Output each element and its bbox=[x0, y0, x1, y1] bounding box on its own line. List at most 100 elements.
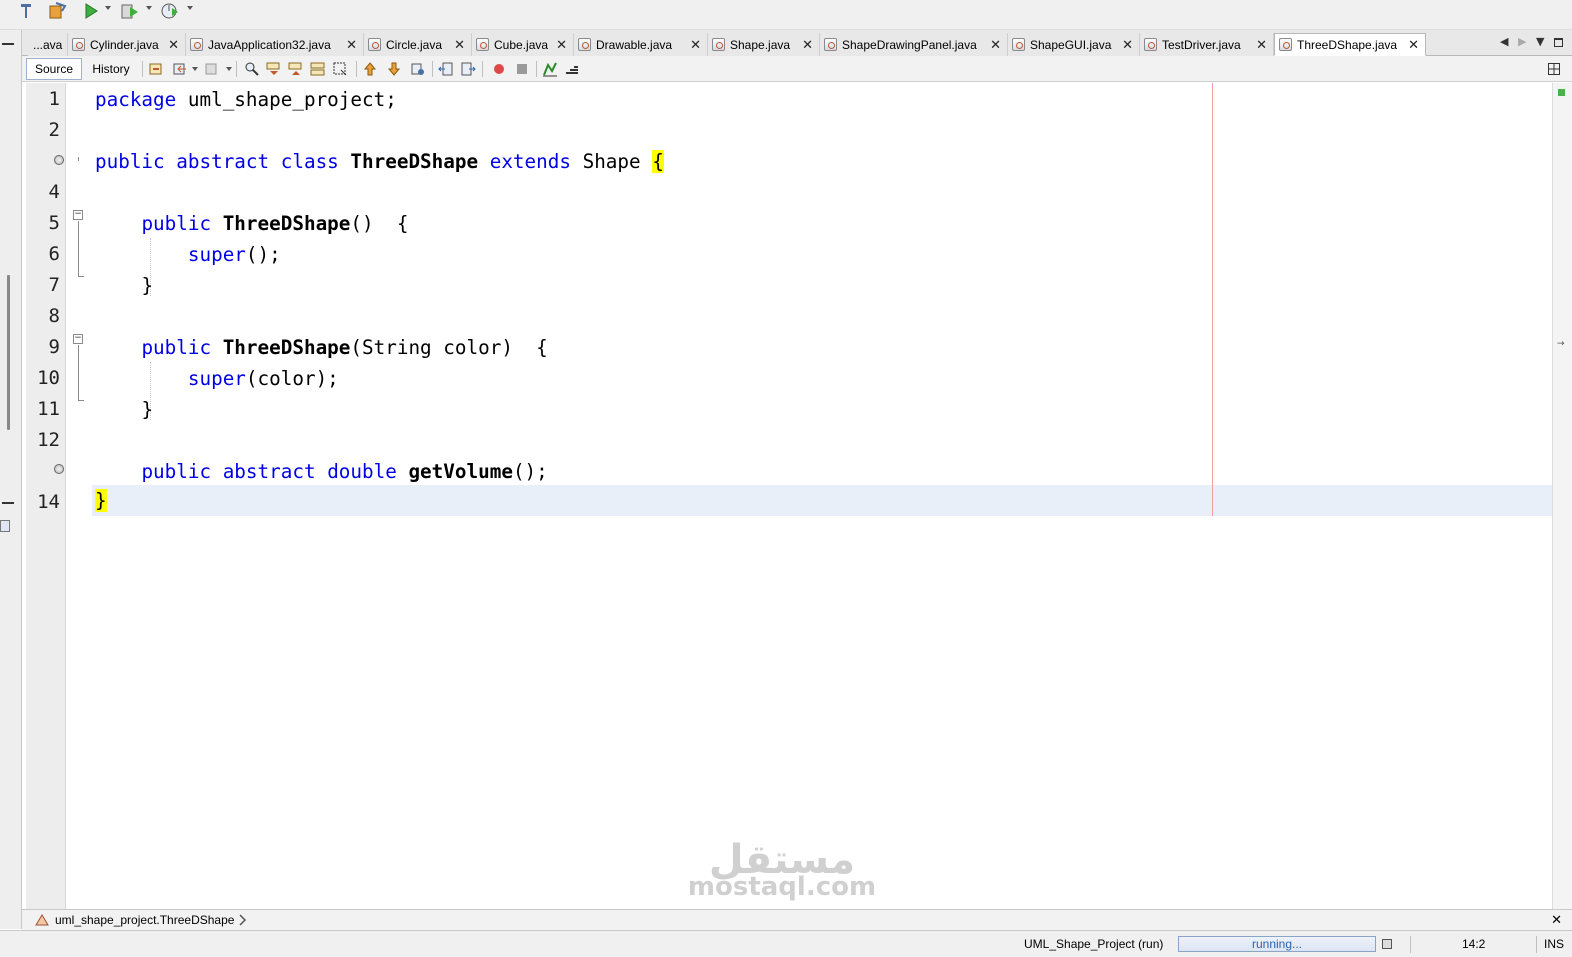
profile-icon[interactable] bbox=[158, 0, 182, 22]
navigator-icon[interactable] bbox=[0, 520, 10, 532]
profile-dropdown-icon[interactable] bbox=[187, 6, 193, 10]
code-line: super(); bbox=[187, 243, 281, 266]
close-icon[interactable]: ✕ bbox=[682, 37, 701, 53]
code-line: public abstract class ThreeDShape extend… bbox=[95, 150, 664, 173]
tab-drawable[interactable]: Drawable.java ✕ bbox=[574, 33, 708, 56]
cancel-process-icon[interactable] bbox=[1382, 939, 1392, 949]
code-editor[interactable]: package uml_shape_project; public abstra… bbox=[92, 83, 1552, 909]
split-editor-icon[interactable] bbox=[1548, 63, 1560, 75]
toggle-bookmark-icon[interactable] bbox=[410, 61, 426, 77]
matching-brace: } bbox=[95, 489, 107, 512]
tab-shapegui[interactable]: ShapeGUI.java ✕ bbox=[1008, 33, 1140, 56]
override-annotation-icon[interactable] bbox=[54, 464, 64, 474]
tab-javaapplication32[interactable]: JavaApplication32.java ✕ bbox=[186, 33, 364, 56]
scroll-right-icon[interactable]: ▶ bbox=[1518, 35, 1526, 48]
breadcrumb: uml_shape_project.ThreeDShape ✕ bbox=[22, 909, 1572, 930]
minimize-icon[interactable] bbox=[2, 502, 14, 504]
code-line: package uml_shape_project; bbox=[95, 88, 397, 111]
fold-collapse-icon[interactable]: − bbox=[73, 334, 83, 344]
debug-icon[interactable] bbox=[118, 0, 142, 22]
debug-dropdown-icon[interactable] bbox=[146, 6, 152, 10]
comment-icon[interactable] bbox=[542, 61, 558, 77]
java-file-icon bbox=[1144, 38, 1157, 51]
close-icon[interactable]: ✕ bbox=[160, 37, 179, 53]
java-file-icon bbox=[1279, 38, 1292, 51]
run-icon[interactable] bbox=[80, 0, 102, 22]
build-icon[interactable] bbox=[46, 0, 70, 22]
tab-threedshape[interactable]: ThreeDShape.java ✕ bbox=[1274, 33, 1426, 56]
tab-label: ShapeDrawingPanel.java bbox=[842, 37, 977, 52]
clean-build-icon[interactable] bbox=[16, 0, 38, 22]
side-scroll-handle[interactable] bbox=[7, 275, 10, 430]
close-icon[interactable]: ✕ bbox=[982, 37, 1001, 53]
implements-annotation-icon[interactable] bbox=[54, 155, 64, 165]
tab-shape[interactable]: Shape.java ✕ bbox=[708, 33, 820, 56]
editor-tab-bar: ...ava Cylinder.java ✕ JavaApplication32… bbox=[22, 30, 1572, 56]
line-number: 7 bbox=[48, 274, 60, 296]
forward-icon[interactable] bbox=[204, 61, 220, 77]
history-button[interactable]: History bbox=[84, 58, 138, 80]
line-number: 10 bbox=[37, 367, 60, 389]
fold-collapse-icon[interactable]: − bbox=[73, 210, 83, 220]
find-next-icon[interactable] bbox=[288, 61, 304, 77]
find-icon[interactable] bbox=[244, 61, 260, 77]
close-icon[interactable]: ✕ bbox=[446, 37, 465, 53]
back-icon[interactable] bbox=[172, 61, 188, 77]
minimize-icon[interactable] bbox=[2, 43, 14, 45]
back-dropdown-icon[interactable] bbox=[192, 67, 198, 71]
close-icon[interactable]: ✕ bbox=[1400, 37, 1419, 53]
chevron-right-icon[interactable] bbox=[238, 913, 248, 927]
line-number: 6 bbox=[48, 243, 60, 265]
close-icon[interactable]: ✕ bbox=[1248, 37, 1267, 53]
last-edit-icon[interactable] bbox=[148, 61, 164, 77]
line-number: 8 bbox=[48, 305, 60, 327]
tab-label: ...ava bbox=[33, 37, 63, 52]
start-macro-recording-icon[interactable] bbox=[491, 61, 507, 77]
next-bookmark-icon[interactable] bbox=[386, 61, 402, 77]
tab-label: Shape.java bbox=[730, 37, 791, 52]
code-line: } bbox=[141, 274, 154, 297]
scroll-left-icon[interactable]: ◀ bbox=[1500, 35, 1508, 48]
forward-dropdown-icon[interactable] bbox=[226, 67, 232, 71]
tab-truncated[interactable]: ...ava bbox=[28, 33, 68, 56]
line-number-gutter: 1 2 4 5 6 7 8 9 10 11 12 14 bbox=[26, 83, 66, 909]
java-file-icon bbox=[190, 38, 203, 51]
source-button[interactable]: Source bbox=[26, 58, 82, 80]
uncomment-icon[interactable] bbox=[564, 61, 580, 77]
tab-circle[interactable]: Circle.java ✕ bbox=[364, 33, 472, 56]
line-number: 5 bbox=[48, 212, 60, 234]
maximize-window-icon[interactable] bbox=[1554, 38, 1563, 47]
tab-cylinder[interactable]: Cylinder.java ✕ bbox=[68, 33, 186, 56]
shift-left-icon[interactable] bbox=[438, 61, 454, 77]
watermark: مستقل mostaql.com bbox=[682, 838, 882, 900]
editor-toolbar: Source History bbox=[22, 56, 1572, 82]
tab-label: Drawable.java bbox=[596, 37, 673, 52]
tab-testdriver[interactable]: TestDriver.java ✕ bbox=[1140, 33, 1274, 56]
main-toolbar bbox=[0, 0, 1572, 30]
left-side-strip bbox=[0, 30, 22, 929]
tab-cube[interactable]: Cube.java ✕ bbox=[472, 33, 574, 56]
stop-macro-recording-icon[interactable] bbox=[514, 61, 530, 77]
progress-bar[interactable]: running... bbox=[1178, 936, 1376, 952]
close-icon[interactable]: ✕ bbox=[338, 37, 357, 53]
previous-bookmark-icon[interactable] bbox=[362, 61, 378, 77]
close-icon[interactable]: ✕ bbox=[1114, 37, 1133, 53]
toggle-highlight-icon[interactable] bbox=[332, 61, 348, 77]
tab-shapedrawingpanel[interactable]: ShapeDrawingPanel.java ✕ bbox=[820, 33, 1008, 56]
find-previous-icon[interactable] bbox=[266, 61, 282, 77]
java-file-icon bbox=[1012, 38, 1025, 51]
shift-right-icon[interactable] bbox=[460, 61, 476, 77]
insert-mode: INS bbox=[1544, 937, 1565, 951]
close-icon[interactable]: ✕ bbox=[1551, 912, 1562, 928]
line-number: 1 bbox=[48, 88, 60, 110]
status-bar: UML_Shape_Project (run) running... 14:2 … bbox=[0, 930, 1572, 957]
error-stripe[interactable]: → bbox=[1552, 83, 1572, 909]
tab-label: Cube.java bbox=[494, 37, 549, 52]
close-icon[interactable]: ✕ bbox=[794, 37, 813, 53]
close-icon[interactable]: ✕ bbox=[548, 37, 567, 53]
java-file-icon bbox=[712, 38, 725, 51]
show-opened-documents-icon[interactable]: ▼ bbox=[1536, 35, 1544, 48]
run-dropdown-icon[interactable] bbox=[105, 6, 111, 10]
find-selection-icon[interactable] bbox=[310, 61, 326, 77]
breadcrumb-path[interactable]: uml_shape_project.ThreeDShape bbox=[55, 913, 234, 927]
